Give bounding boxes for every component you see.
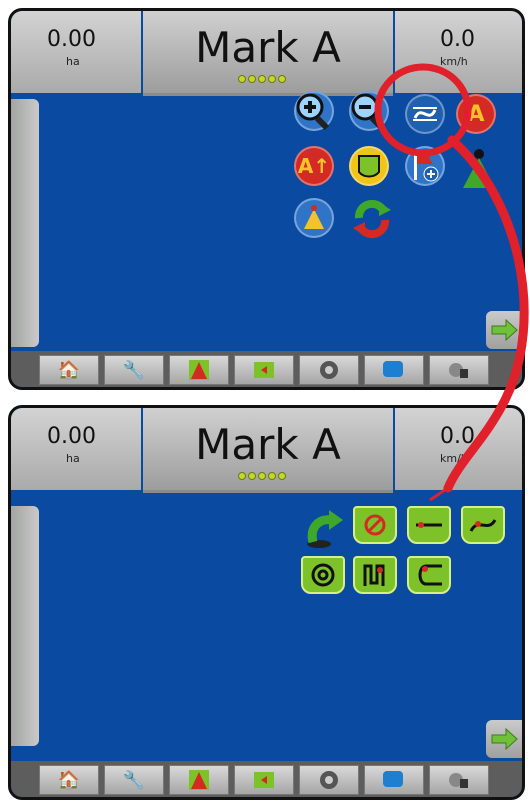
area-box[interactable]: 0.00 ha bbox=[11, 11, 141, 93]
field-view-icon[interactable] bbox=[234, 355, 294, 385]
area-box[interactable]: 0.00 ha bbox=[11, 408, 141, 490]
top-bar: 0.00 ha Mark A 0.0 km/h bbox=[11, 11, 522, 99]
top-bar: 0.00 ha Mark A 0.0 km/h bbox=[11, 408, 522, 496]
zoom-in-icon[interactable] bbox=[294, 91, 334, 131]
no-guidance-icon[interactable] bbox=[353, 506, 397, 544]
adaptive-curve-icon[interactable] bbox=[407, 556, 451, 594]
data-icon[interactable] bbox=[364, 355, 424, 385]
speed-value: 0.0 bbox=[440, 424, 475, 449]
circle-pivot-icon[interactable] bbox=[301, 556, 345, 594]
status-dots bbox=[238, 75, 286, 83]
last-pass-icon[interactable] bbox=[353, 556, 397, 594]
data-icon[interactable] bbox=[364, 765, 424, 795]
straight-ab-icon[interactable] bbox=[407, 506, 451, 544]
vehicle-view-cycle-icon[interactable] bbox=[294, 198, 334, 238]
area-value: 0.00 bbox=[47, 27, 96, 52]
next-button[interactable] bbox=[486, 311, 522, 349]
title-box[interactable]: Mark A bbox=[143, 11, 393, 96]
area-value: 0.00 bbox=[47, 424, 96, 449]
area-unit: ha bbox=[66, 55, 80, 68]
zoom-out-icon[interactable] bbox=[349, 91, 389, 131]
boundary-icon[interactable] bbox=[349, 146, 389, 186]
area-unit: ha bbox=[66, 452, 80, 465]
bottom-toolbar: 🏠 🔧 bbox=[11, 761, 522, 797]
camera-icon[interactable] bbox=[299, 355, 359, 385]
vehicle-view-icon[interactable] bbox=[169, 355, 229, 385]
vehicle-view-icon[interactable] bbox=[169, 765, 229, 795]
status-dots bbox=[238, 472, 286, 480]
vehicle-icon[interactable] bbox=[457, 146, 501, 190]
reset-icon[interactable] bbox=[349, 196, 395, 242]
a-plus-nudge-icon[interactable]: A↑ bbox=[294, 146, 334, 186]
home-icon[interactable]: 🏠 bbox=[39, 355, 99, 385]
bottom-toolbar: 🏠 🔧 bbox=[11, 351, 522, 387]
tools-icon[interactable]: 🔧 bbox=[104, 355, 164, 385]
settings-lock-icon[interactable] bbox=[429, 355, 489, 385]
tools-icon[interactable]: 🔧 bbox=[104, 765, 164, 795]
speed-unit: km/h bbox=[440, 452, 468, 465]
page-title: Mark A bbox=[195, 420, 341, 469]
field-view-icon[interactable] bbox=[234, 765, 294, 795]
settings-lock-icon[interactable] bbox=[429, 765, 489, 795]
speed-box[interactable]: 0.0 km/h bbox=[395, 11, 522, 93]
side-panel[interactable] bbox=[11, 506, 39, 746]
title-box[interactable]: Mark A bbox=[143, 408, 393, 493]
camera-icon[interactable] bbox=[299, 765, 359, 795]
page-title: Mark A bbox=[195, 23, 341, 72]
curved-ab-icon[interactable] bbox=[461, 506, 505, 544]
add-marker-icon[interactable] bbox=[405, 146, 445, 186]
side-panel[interactable] bbox=[11, 99, 39, 347]
next-button[interactable] bbox=[486, 720, 522, 758]
guidance-mode-icon[interactable] bbox=[405, 94, 445, 134]
home-icon[interactable]: 🏠 bbox=[39, 765, 99, 795]
back-arrow-icon[interactable] bbox=[301, 506, 345, 550]
screen-bottom: 0.00 ha Mark A 0.0 km/h 🏠 🔧 bbox=[8, 405, 525, 800]
screen-top: 0.00 ha Mark A 0.0 km/h A A↑ 🏠 🔧 bbox=[8, 8, 525, 390]
speed-box[interactable]: 0.0 km/h bbox=[395, 408, 522, 490]
mark-a-icon[interactable]: A bbox=[456, 94, 496, 134]
speed-unit: km/h bbox=[440, 55, 468, 68]
speed-value: 0.0 bbox=[440, 27, 475, 52]
